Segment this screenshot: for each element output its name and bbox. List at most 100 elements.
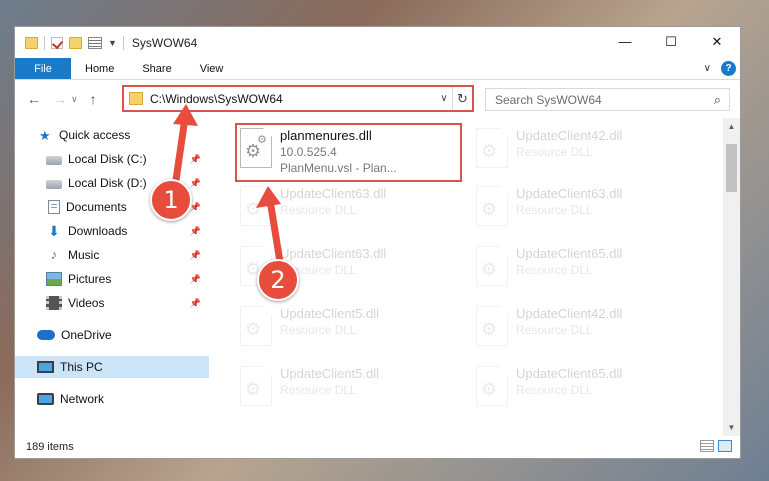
address-bar[interactable]: C:\Windows\SysWOW64 ∨ ↻ [122,85,474,112]
refresh-icon[interactable]: ↻ [452,87,472,110]
sidebar-item-label: This PC [60,360,103,374]
sidebar-item-label: Documents [66,200,127,214]
scroll-down-icon[interactable]: ▼ [723,419,740,436]
sidebar-item-videos[interactable]: Videos 📌 [15,292,209,314]
file-name: UpdateClient5.dll [280,306,380,321]
close-button[interactable]: ✕ [694,27,740,56]
pin-icon: 📌 [189,153,201,164]
address-path[interactable]: C:\Windows\SysWOW64 [150,92,436,106]
navigation-pane: ★ Quick access Local Disk (C:) 📌 Local D… [15,118,209,436]
search-icon: ⌕ [713,92,721,107]
up-button[interactable]: ↑ [90,91,97,107]
file-type: Resource DLL [280,203,357,217]
address-dropdown-chevron-icon[interactable]: ∨ [436,93,452,104]
file-name: UpdateClient5.dll [280,366,380,381]
title-bar: ▼ SysWOW64 — ☐ ✕ [15,27,740,58]
pin-icon: 📌 [189,225,201,236]
details-view-icon[interactable] [700,440,714,452]
quick-access-toolbar: ▼ [15,35,124,50]
sidebar-item-quick-access[interactable]: ★ Quick access [15,124,209,146]
sidebar-item-this-pc[interactable]: This PC [15,356,209,378]
sidebar-item-label: Quick access [59,128,131,142]
search-input[interactable]: Search SysWOW64 ⌕ [485,88,730,111]
properties-icon[interactable] [88,36,102,49]
pin-icon: 📌 [189,273,201,284]
recent-locations-chevron-icon[interactable]: ∨ [71,94,78,107]
properties-check-icon[interactable] [51,36,63,49]
step-1-callout: 1 [150,179,192,221]
gear-icon: ⚙ [245,379,262,399]
drive-icon [46,155,62,165]
tab-file[interactable]: File [15,58,71,79]
star-icon: ★ [39,128,51,143]
file-type: Resource DLL [516,145,593,159]
gear-icon: ⚙ [481,319,498,339]
sidebar-item-music[interactable]: ♪ Music 📌 [15,244,209,266]
step-2-callout: 2 [257,259,299,301]
dll-file-icon: ⚙ [476,128,508,168]
sidebar-item-label: OneDrive [61,328,112,342]
file-item[interactable]: ⚙ UpdateClient42.dll Resource DLL [476,306,622,346]
sidebar-item-downloads[interactable]: ⬇ Downloads 📌 [15,220,209,242]
cloud-icon [37,330,55,340]
tab-share[interactable]: Share [128,58,185,79]
file-name: UpdateClient42.dll [516,306,623,321]
file-name: UpdateClient63.dll [280,186,387,201]
dll-file-icon: ⚙ [240,366,272,406]
file-item[interactable]: ⚙ UpdateClient63.dll Resource DLL [240,186,386,226]
file-name: UpdateClient42.dll [516,128,623,143]
file-name: UpdateClient65.dll [516,246,623,261]
dll-file-icon: ⚙ [240,306,272,346]
music-icon: ♪ [50,247,58,262]
file-item[interactable]: ⚙ UpdateClient5.dll Resource DLL [240,366,379,406]
file-item[interactable]: ⚙ UpdateClient65.dll Resource DLL [476,246,622,286]
sidebar-item-network[interactable]: Network [15,388,209,410]
gear-icon: ⚙ [481,199,498,219]
file-type: Resource DLL [516,383,593,397]
customize-toolbar-chevron-icon[interactable]: ▼ [108,38,117,48]
navigation-bar: ← → ∨ ↑ C:\Windows\SysWOW64 ∨ ↻ Search S… [15,80,740,118]
dll-file-icon: ⚙ ⚙ [240,128,272,168]
sidebar-item-label: Videos [68,296,105,310]
file-item[interactable]: ⚙ UpdateClient65.dll Resource DLL [476,366,622,406]
folder-icon [25,36,38,49]
sidebar-item-pictures[interactable]: Pictures 📌 [15,268,209,290]
divider [44,35,45,50]
gear-icon: ⚙ [257,134,267,146]
back-button[interactable]: ← [27,91,41,107]
file-item[interactable]: ⚙ UpdateClient5.dll Resource DLL [240,306,379,346]
sidebar-item-local-disk-c[interactable]: Local Disk (C:) 📌 [15,148,209,170]
dll-file-icon: ⚙ [476,306,508,346]
tab-home[interactable]: Home [71,58,128,79]
file-item[interactable]: ⚙ UpdateClient42.dll Resource DLL [476,128,622,168]
help-icon[interactable]: ? [721,61,736,76]
file-item-planmenures[interactable]: ⚙ ⚙ planmenures.dll 10.0.525.4 PlanMenu.v… [240,128,397,176]
network-icon [37,393,54,405]
sidebar-item-onedrive[interactable]: OneDrive [15,324,209,346]
scrollbar-thumb[interactable] [726,144,737,192]
scroll-up-icon[interactable]: ▲ [723,118,740,135]
ribbon-tabs: File Home Share View ∨ ? [15,58,740,80]
maximize-button[interactable]: ☐ [648,27,694,56]
gear-icon: ⚙ [481,379,498,399]
minimize-button[interactable]: — [602,27,648,56]
expand-ribbon-chevron-icon[interactable]: ∨ [704,63,711,74]
file-name: planmenures.dll [280,128,372,143]
explorer-window: ▼ SysWOW64 — ☐ ✕ File Home Share View ∨ … [14,26,741,459]
pin-icon: 📌 [189,249,201,260]
forward-button[interactable]: → [53,91,67,107]
vertical-scrollbar[interactable]: ▲ ▼ [723,118,740,436]
file-name: UpdateClient63.dll [280,246,387,261]
search-placeholder: Search SysWOW64 [495,92,602,107]
dll-file-icon: ⚙ [476,186,508,226]
content-area: ★ Quick access Local Disk (C:) 📌 Local D… [15,118,740,436]
drive-icon [46,179,62,189]
file-item[interactable]: ⚙ UpdateClient63.dll Resource DLL [476,186,622,226]
tab-view[interactable]: View [186,58,238,79]
new-folder-icon[interactable] [69,36,82,49]
file-name: UpdateClient65.dll [516,366,623,381]
sidebar-item-label: Downloads [68,224,128,238]
file-version: 10.0.525.4 [280,145,337,159]
large-icons-view-icon[interactable] [718,440,732,452]
file-type: Resource DLL [516,323,593,337]
